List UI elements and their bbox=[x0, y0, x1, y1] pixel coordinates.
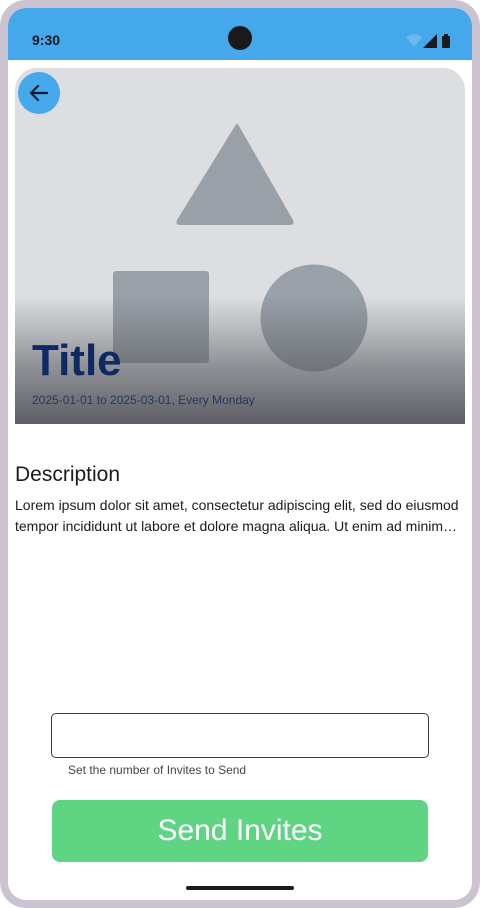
signal-icon bbox=[423, 34, 437, 48]
description-heading: Description bbox=[15, 463, 121, 486]
phone-frame: 9:30 Title 2025-01-01 to 2025-03-01, Eve… bbox=[0, 0, 480, 908]
arrow-back-icon bbox=[29, 84, 49, 102]
date-range-subtitle: 2025-01-01 to 2025-03-01, Every Monday bbox=[32, 393, 255, 407]
status-bar: 9:30 bbox=[8, 8, 472, 60]
wifi-icon bbox=[406, 34, 422, 47]
home-indicator[interactable] bbox=[186, 886, 294, 890]
description-text: Lorem ipsum dolor sit amet, consectetur … bbox=[15, 497, 459, 534]
hero-image: Title 2025-01-01 to 2025-03-01, Every Mo… bbox=[15, 68, 465, 424]
send-invites-button[interactable]: Send Invites bbox=[52, 800, 428, 862]
back-button[interactable] bbox=[18, 72, 60, 114]
status-icons bbox=[406, 34, 450, 48]
battery-icon bbox=[442, 34, 450, 48]
invite-count-helper: Set the number of Invites to Send bbox=[68, 763, 247, 777]
camera-cutout bbox=[228, 26, 252, 50]
page-title: Title bbox=[32, 336, 122, 385]
invite-count-input[interactable] bbox=[51, 713, 429, 758]
status-time: 9:30 bbox=[32, 32, 61, 48]
